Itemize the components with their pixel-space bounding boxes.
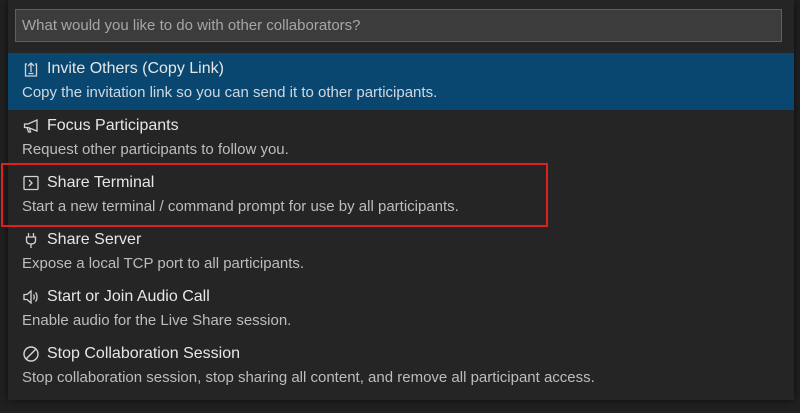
- item-description: Copy the invitation link so you can send…: [22, 84, 438, 101]
- item-description: Expose a local TCP port to all participa…: [22, 255, 305, 272]
- quick-pick-input[interactable]: [16, 10, 781, 41]
- item-label: Focus Participants: [47, 117, 179, 134]
- item-label: Share Terminal: [47, 174, 155, 191]
- item-label: Share Server: [47, 231, 142, 248]
- share-link-icon: [22, 60, 40, 78]
- terminal-icon: [22, 174, 40, 192]
- quick-pick-input-container[interactable]: [15, 9, 782, 42]
- item-description: Enable audio for the Live Share session.: [22, 312, 292, 329]
- item-invite-others[interactable]: Invite Others (Copy Link) Copy the invit…: [8, 53, 794, 110]
- item-description: Start a new terminal / command prompt fo…: [22, 198, 459, 215]
- quick-pick-panel: Invite Others (Copy Link) Copy the invit…: [1, 0, 794, 400]
- item-label: Start or Join Audio Call: [47, 288, 210, 305]
- megaphone-icon: [22, 117, 40, 135]
- item-description: Request other participants to follow you…: [22, 141, 289, 158]
- item-label: Stop Collaboration Session: [47, 345, 241, 362]
- item-stop-session[interactable]: Stop Collaboration Session Stop collabor…: [8, 338, 794, 395]
- stop-circle-icon: [22, 345, 40, 363]
- plug-icon: [22, 231, 40, 249]
- item-share-terminal[interactable]: Share Terminal Start a new terminal / co…: [8, 167, 794, 224]
- speaker-icon: [22, 288, 40, 306]
- item-audio-call[interactable]: Start or Join Audio Call Enable audio fo…: [8, 281, 794, 338]
- item-description: Stop collaboration session, stop sharing…: [22, 369, 595, 386]
- item-share-server[interactable]: Share Server Expose a local TCP port to …: [8, 224, 794, 281]
- item-label: Invite Others (Copy Link): [47, 60, 224, 77]
- item-focus-participants[interactable]: Focus Participants Request other partici…: [8, 110, 794, 167]
- quick-pick-list: Invite Others (Copy Link) Copy the invit…: [1, 53, 794, 395]
